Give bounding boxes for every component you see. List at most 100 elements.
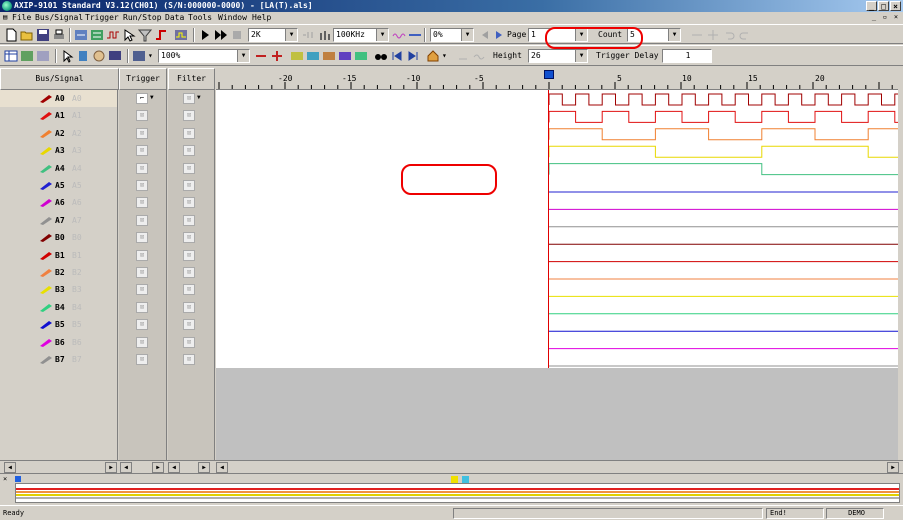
state-view-icon[interactable] xyxy=(36,49,50,63)
hand-pan-icon[interactable] xyxy=(92,49,106,63)
filter-condition-b7[interactable]: ⊠ xyxy=(183,354,195,365)
print-icon[interactable] xyxy=(52,28,66,42)
filter-condition-a6[interactable]: ⊠ xyxy=(183,197,195,209)
minimize-button[interactable]: _ xyxy=(866,1,877,11)
bus-add-icon[interactable] xyxy=(74,28,88,42)
prev-page-icon[interactable] xyxy=(478,28,492,42)
screen-capture-icon[interactable] xyxy=(108,49,122,63)
menu-trigger[interactable]: Trigger xyxy=(85,13,119,22)
line-icon[interactable] xyxy=(408,28,422,42)
overview-panel[interactable]: × xyxy=(0,473,903,505)
signal-row-a0[interactable]: A0 A0 xyxy=(0,90,117,108)
menu-run-stop[interactable]: Run/Stop xyxy=(123,13,162,22)
menu-file[interactable]: File xyxy=(12,13,31,22)
undo-disabled-icon[interactable] xyxy=(722,28,736,42)
overview-marker-start[interactable] xyxy=(15,476,21,482)
filter-condition-b5[interactable]: ⊠ xyxy=(183,319,195,331)
trigger-marker-icon[interactable] xyxy=(544,70,554,79)
trigger-dropdown-icon[interactable]: ▼ xyxy=(150,94,154,101)
filter-dropdown-icon[interactable]: ▼ xyxy=(197,94,201,101)
signal-row-b0[interactable]: B0 B0 xyxy=(0,229,117,246)
filter-header[interactable]: Filter xyxy=(168,68,215,90)
home-icon[interactable] xyxy=(426,49,440,63)
search-prev-icon[interactable] xyxy=(338,49,352,63)
stop-icon[interactable] xyxy=(230,28,244,42)
trigger-condition-a2[interactable]: ⊠ xyxy=(136,127,148,139)
filter-condition-a5[interactable]: ⊠ xyxy=(183,180,195,191)
signal-row-a6[interactable]: A6 A6 xyxy=(0,194,117,211)
save-icon[interactable] xyxy=(36,28,50,42)
zoom-select[interactable]: 100% ▼ xyxy=(158,49,250,63)
filter-condition-a2[interactable]: ⊠ xyxy=(183,127,195,139)
wave-scroll-left-icon[interactable]: ◀ xyxy=(216,462,228,473)
trigger-condition-b6[interactable]: ⊠ xyxy=(136,336,148,348)
menu-tools[interactable]: Tools xyxy=(188,13,212,22)
cursor-a-icon[interactable] xyxy=(456,49,470,63)
scroll-left-icon[interactable]: ◀ xyxy=(4,462,16,473)
trigger-scroll-right-icon[interactable]: ▶ xyxy=(152,462,164,473)
wave-scroll-right-icon[interactable]: ▶ xyxy=(887,462,899,473)
menu-data[interactable]: Data xyxy=(165,13,184,22)
trigger-condition-b2[interactable]: ⊠ xyxy=(136,267,148,278)
signal-icon[interactable] xyxy=(106,28,120,42)
signal-row-b6[interactable]: B6 B6 xyxy=(0,334,117,351)
sample-rate-icon[interactable] xyxy=(318,28,332,42)
bus-edit-icon[interactable] xyxy=(90,28,104,42)
signal-row-b2[interactable]: B2 B2 xyxy=(0,264,117,281)
zoom-in-disabled-icon[interactable] xyxy=(706,28,720,42)
trigger-condition-b1[interactable]: ⊠ xyxy=(136,249,148,261)
signal-row-b3[interactable]: B3 B3 xyxy=(0,281,117,298)
analyzer-icon[interactable] xyxy=(174,28,188,42)
trigger-delay-input[interactable]: 1 xyxy=(662,49,712,63)
zoom-in-icon[interactable] xyxy=(270,49,284,63)
filter-icon[interactable] xyxy=(138,28,152,42)
trigger-scroll-left-icon[interactable]: ◀ xyxy=(120,462,132,473)
trigger-condition-b4[interactable]: ⊠ xyxy=(136,301,148,313)
search-next-icon[interactable] xyxy=(322,49,336,63)
signal-row-b7[interactable]: B7 B7 xyxy=(0,351,117,368)
mdi-restore-button[interactable]: ▫ xyxy=(880,13,890,22)
cursor-icon[interactable] xyxy=(122,28,136,42)
search-edge-icon[interactable] xyxy=(306,49,320,63)
trigger-condition-a7[interactable]: ⊠ xyxy=(136,214,148,226)
signal-row-a4[interactable]: A4 A4 xyxy=(0,160,117,177)
filter-scroll-left-icon[interactable]: ◀ xyxy=(168,462,180,473)
filter-condition-a0[interactable]: ⊠ xyxy=(183,93,195,104)
filter-condition-b3[interactable]: ⊠ xyxy=(183,284,195,296)
trigger-condition-a1[interactable]: ⊠ xyxy=(136,110,148,122)
menu-bus-signal[interactable]: Bus/Signal xyxy=(35,13,83,22)
next-page-icon[interactable] xyxy=(492,28,506,42)
sample-rate-select[interactable]: 100KHz ▼ xyxy=(333,28,389,42)
mdi-close-button[interactable]: × xyxy=(891,13,901,22)
overview-close-icon[interactable]: × xyxy=(3,475,7,483)
signal-row-a5[interactable]: A5 A5 xyxy=(0,177,117,194)
restore-button[interactable]: □ xyxy=(878,1,889,11)
open-folder-icon[interactable] xyxy=(20,28,34,42)
scroll-right-icon[interactable]: ▶ xyxy=(105,462,117,473)
sample-depth-select[interactable]: 2K ▼ xyxy=(248,28,298,42)
list-view-icon[interactable] xyxy=(20,49,34,63)
doc-icon[interactable]: ▤ xyxy=(3,13,7,21)
run-repeat-icon[interactable] xyxy=(214,28,228,42)
height-select[interactable]: 26 ▼ xyxy=(528,49,588,63)
trigger-position-select[interactable]: 0% ▼ xyxy=(430,28,474,42)
search-pattern-icon[interactable] xyxy=(290,49,304,63)
trigger-condition-a5[interactable]: ⊠ xyxy=(136,180,148,191)
signal-row-a3[interactable]: A3 A3 xyxy=(0,142,117,159)
vertical-scrollbar[interactable] xyxy=(898,68,903,460)
filter-condition-b1[interactable]: ⊠ xyxy=(183,249,195,261)
trigger-condition-b0[interactable]: ⊠ xyxy=(136,232,148,244)
signal-row-b1[interactable]: B1 B1 xyxy=(0,247,117,264)
marker-icon[interactable] xyxy=(76,49,90,63)
signal-row-a1[interactable]: A1 A1 xyxy=(0,107,117,124)
filter-condition-a3[interactable]: ⊠ xyxy=(183,145,195,157)
trigger-settings-icon[interactable] xyxy=(154,28,168,42)
run-icon[interactable] xyxy=(198,28,212,42)
time-ruler[interactable]: -20 -15 -10 -5 5 10 15 20 xyxy=(216,68,898,90)
filter-condition-a4[interactable]: ⊠ xyxy=(183,162,195,174)
table-view-icon[interactable] xyxy=(4,49,18,63)
redo-disabled-icon[interactable] xyxy=(738,28,752,42)
trigger-header[interactable]: Trigger xyxy=(119,68,167,90)
trigger-condition-b7[interactable]: ⊠ xyxy=(136,354,148,365)
overview-cursor-b[interactable] xyxy=(462,476,469,483)
